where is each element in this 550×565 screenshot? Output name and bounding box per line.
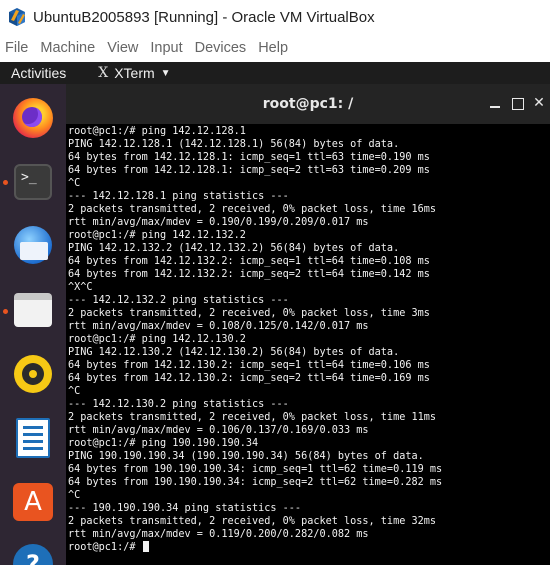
app-menu-xterm[interactable]: X XTerm ▼ — [98, 65, 170, 81]
software-icon: A — [13, 483, 53, 521]
dock-item-writer[interactable] — [9, 414, 57, 462]
terminal-line: ^C — [68, 490, 81, 501]
dock-item-firefox[interactable] — [9, 94, 57, 142]
terminal-title: root@pc1: / — [262, 96, 354, 112]
activities-button[interactable]: Activities — [11, 65, 66, 81]
terminal-line: root@pc1:/# ping 190.190.190.34 — [68, 438, 259, 449]
terminal-window[interactable]: root@pc1: / ✕ root@pc1:/# ping 142.12.12… — [66, 84, 550, 565]
running-indicator — [3, 180, 8, 185]
terminal-line: 64 bytes from 142.12.132.2: icmp_seq=1 t… — [68, 256, 430, 267]
dock-item-help[interactable]: ? — [9, 540, 57, 565]
terminal-line: 64 bytes from 142.12.128.1: icmp_seq=1 t… — [68, 152, 430, 163]
terminal-line: root@pc1:/# ping 142.12.132.2 — [68, 230, 246, 241]
terminal-icon: >_ — [14, 164, 52, 200]
menu-view[interactable]: View — [101, 40, 144, 56]
terminal-line: root@pc1:/# ping 142.12.128.1 — [68, 126, 246, 137]
terminal-line: rtt min/avg/max/mdev = 0.108/0.125/0.142… — [68, 321, 369, 332]
terminal-line: 64 bytes from 142.12.132.2: icmp_seq=2 t… — [68, 269, 430, 280]
dock-item-thunderbird[interactable] — [9, 222, 57, 270]
menu-help[interactable]: Help — [252, 40, 294, 56]
window-controls: ✕ — [488, 96, 546, 110]
menu-devices[interactable]: Devices — [189, 40, 253, 56]
dock: >_ A ? — [0, 84, 66, 565]
terminal-line: PING 142.12.130.2 (142.12.130.2) 56(84) … — [68, 347, 400, 358]
dock-item-rhythmbox[interactable] — [9, 350, 57, 398]
app-menu-label: XTerm — [114, 65, 155, 81]
terminal-line: 64 bytes from 190.190.190.34: icmp_seq=2… — [68, 477, 443, 488]
terminal-output[interactable]: root@pc1:/# ping 142.12.128.1 PING 142.1… — [68, 125, 548, 565]
terminal-line: ^C — [68, 386, 81, 397]
terminal-line: 2 packets transmitted, 2 received, 0% pa… — [68, 308, 430, 319]
menu-machine[interactable]: Machine — [34, 40, 101, 56]
terminal-line: PING 142.12.132.2 (142.12.132.2) 56(84) … — [68, 243, 400, 254]
terminal-line: 64 bytes from 142.12.128.1: icmp_seq=2 t… — [68, 165, 430, 176]
menu-input[interactable]: Input — [144, 40, 188, 56]
terminal-line: PING 190.190.190.34 (190.190.190.34) 56(… — [68, 451, 424, 462]
terminal-line: --- 142.12.132.2 ping statistics --- — [68, 295, 289, 306]
terminal-line: 64 bytes from 142.12.130.2: icmp_seq=2 t… — [68, 373, 430, 384]
terminal-line: 2 packets transmitted, 2 received, 0% pa… — [68, 516, 437, 527]
terminal-line: rtt min/avg/max/mdev = 0.119/0.200/0.282… — [68, 529, 369, 540]
terminal-line: 2 packets transmitted, 2 received, 0% pa… — [68, 204, 437, 215]
running-indicator — [3, 309, 8, 314]
terminal-line: rtt min/avg/max/mdev = 0.190/0.199/0.209… — [68, 217, 369, 228]
terminal-line: ^X^C — [68, 282, 93, 293]
terminal-prompt: root@pc1:/# — [68, 542, 142, 553]
writer-icon — [16, 418, 50, 458]
window-title: UbuntuB2005893 [Running] - Oracle VM Vir… — [33, 8, 375, 26]
virtualbox-logo-icon — [6, 6, 28, 28]
terminal-line: --- 142.12.128.1 ping statistics --- — [68, 191, 289, 202]
virtualbox-titlebar[interactable]: UbuntuB2005893 [Running] - Oracle VM Vir… — [0, 0, 550, 34]
files-icon — [14, 293, 52, 327]
virtualbox-menubar: File Machine View Input Devices Help — [0, 34, 550, 62]
terminal-line: --- 190.190.190.34 ping statistics --- — [68, 503, 302, 514]
terminal-line: PING 142.12.128.1 (142.12.128.1) 56(84) … — [68, 139, 400, 150]
minimize-icon[interactable] — [488, 96, 502, 110]
terminal-line: 2 packets transmitted, 2 received, 0% pa… — [68, 412, 437, 423]
dock-item-files[interactable] — [9, 286, 57, 334]
maximize-icon[interactable] — [510, 96, 524, 110]
terminal-line: ^C — [68, 178, 81, 189]
firefox-icon — [13, 98, 53, 138]
terminal-titlebar[interactable]: root@pc1: / ✕ — [66, 84, 550, 124]
terminal-line: root@pc1:/# ping 142.12.130.2 — [68, 334, 246, 345]
caret-down-icon: ▼ — [160, 67, 171, 79]
thunderbird-icon — [12, 226, 54, 266]
terminal-line: 64 bytes from 142.12.130.2: icmp_seq=1 t… — [68, 360, 430, 371]
terminal-prompt-line[interactable]: root@pc1:/# — [68, 541, 548, 554]
gnome-topbar: Activities X XTerm ▼ — [0, 62, 550, 84]
help-icon: ? — [13, 544, 53, 565]
terminal-line: 64 bytes from 190.190.190.34: icmp_seq=1… — [68, 464, 443, 475]
xterm-icon: X — [98, 65, 109, 81]
text-cursor — [142, 541, 149, 552]
menu-file[interactable]: File — [0, 40, 34, 56]
rhythmbox-icon — [14, 355, 52, 393]
dock-item-terminal[interactable]: >_ — [9, 158, 57, 206]
terminal-line: --- 142.12.130.2 ping statistics --- — [68, 399, 289, 410]
terminal-line: rtt min/avg/max/mdev = 0.106/0.137/0.169… — [68, 425, 369, 436]
dock-item-software[interactable]: A — [9, 478, 57, 526]
close-icon[interactable]: ✕ — [532, 96, 546, 110]
